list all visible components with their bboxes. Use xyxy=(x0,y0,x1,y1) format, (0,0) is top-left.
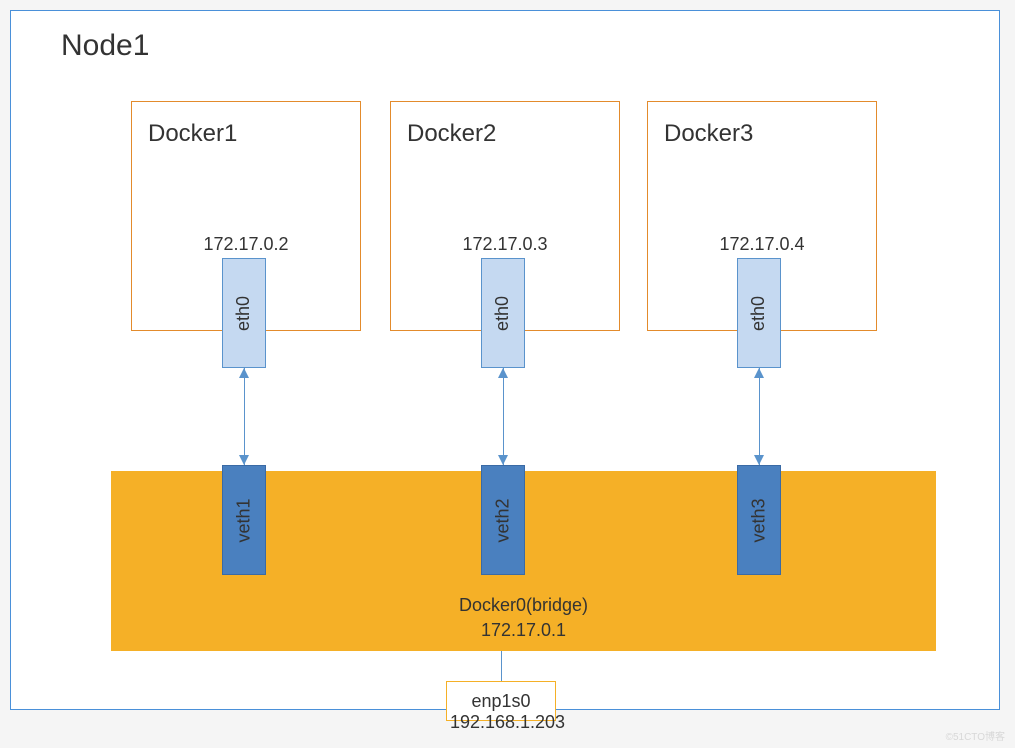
eth0-docker3: eth0 xyxy=(737,258,781,368)
link-host-nic xyxy=(501,651,502,681)
veth-label: veth1 xyxy=(234,498,255,542)
veth2: veth2 xyxy=(481,465,525,575)
link-docker1 xyxy=(244,368,245,465)
veth-label: veth3 xyxy=(749,498,770,542)
iface-label: eth0 xyxy=(233,295,254,330)
eth0-docker2: eth0 xyxy=(481,258,525,368)
arrow-up-icon xyxy=(754,368,764,378)
arrow-down-icon xyxy=(498,455,508,465)
iface-label: eth0 xyxy=(492,295,513,330)
bridge-name: Docker0(bridge) xyxy=(459,595,588,615)
veth3: veth3 xyxy=(737,465,781,575)
bridge-ip: 172.17.0.1 xyxy=(481,620,566,640)
container-ip: 172.17.0.3 xyxy=(391,234,619,255)
eth0-docker1: eth0 xyxy=(222,258,266,368)
host-nic-name: enp1s0 xyxy=(471,691,530,712)
container-name: Docker2 xyxy=(407,120,496,148)
link-docker2 xyxy=(503,368,504,465)
host-nic-ip: 192.168.1.203 xyxy=(0,712,1015,733)
arrow-up-icon xyxy=(239,368,249,378)
container-ip: 172.17.0.2 xyxy=(132,234,360,255)
bridge-label: Docker0(bridge) 172.17.0.1 xyxy=(111,593,936,643)
node-outer-box: Node1 Docker1 172.17.0.2 eth0 Docker2 17… xyxy=(10,10,1000,710)
arrow-down-icon xyxy=(239,455,249,465)
watermark-text: ©51CTO博客 xyxy=(946,728,1005,743)
arrow-down-icon xyxy=(754,455,764,465)
arrow-up-icon xyxy=(498,368,508,378)
container-ip: 172.17.0.4 xyxy=(648,234,876,255)
container-name: Docker3 xyxy=(664,120,753,148)
link-docker3 xyxy=(759,368,760,465)
veth1: veth1 xyxy=(222,465,266,575)
iface-label: eth0 xyxy=(748,295,769,330)
node-title: Node1 xyxy=(61,29,149,63)
container-name: Docker1 xyxy=(148,120,237,148)
veth-label: veth2 xyxy=(493,498,514,542)
